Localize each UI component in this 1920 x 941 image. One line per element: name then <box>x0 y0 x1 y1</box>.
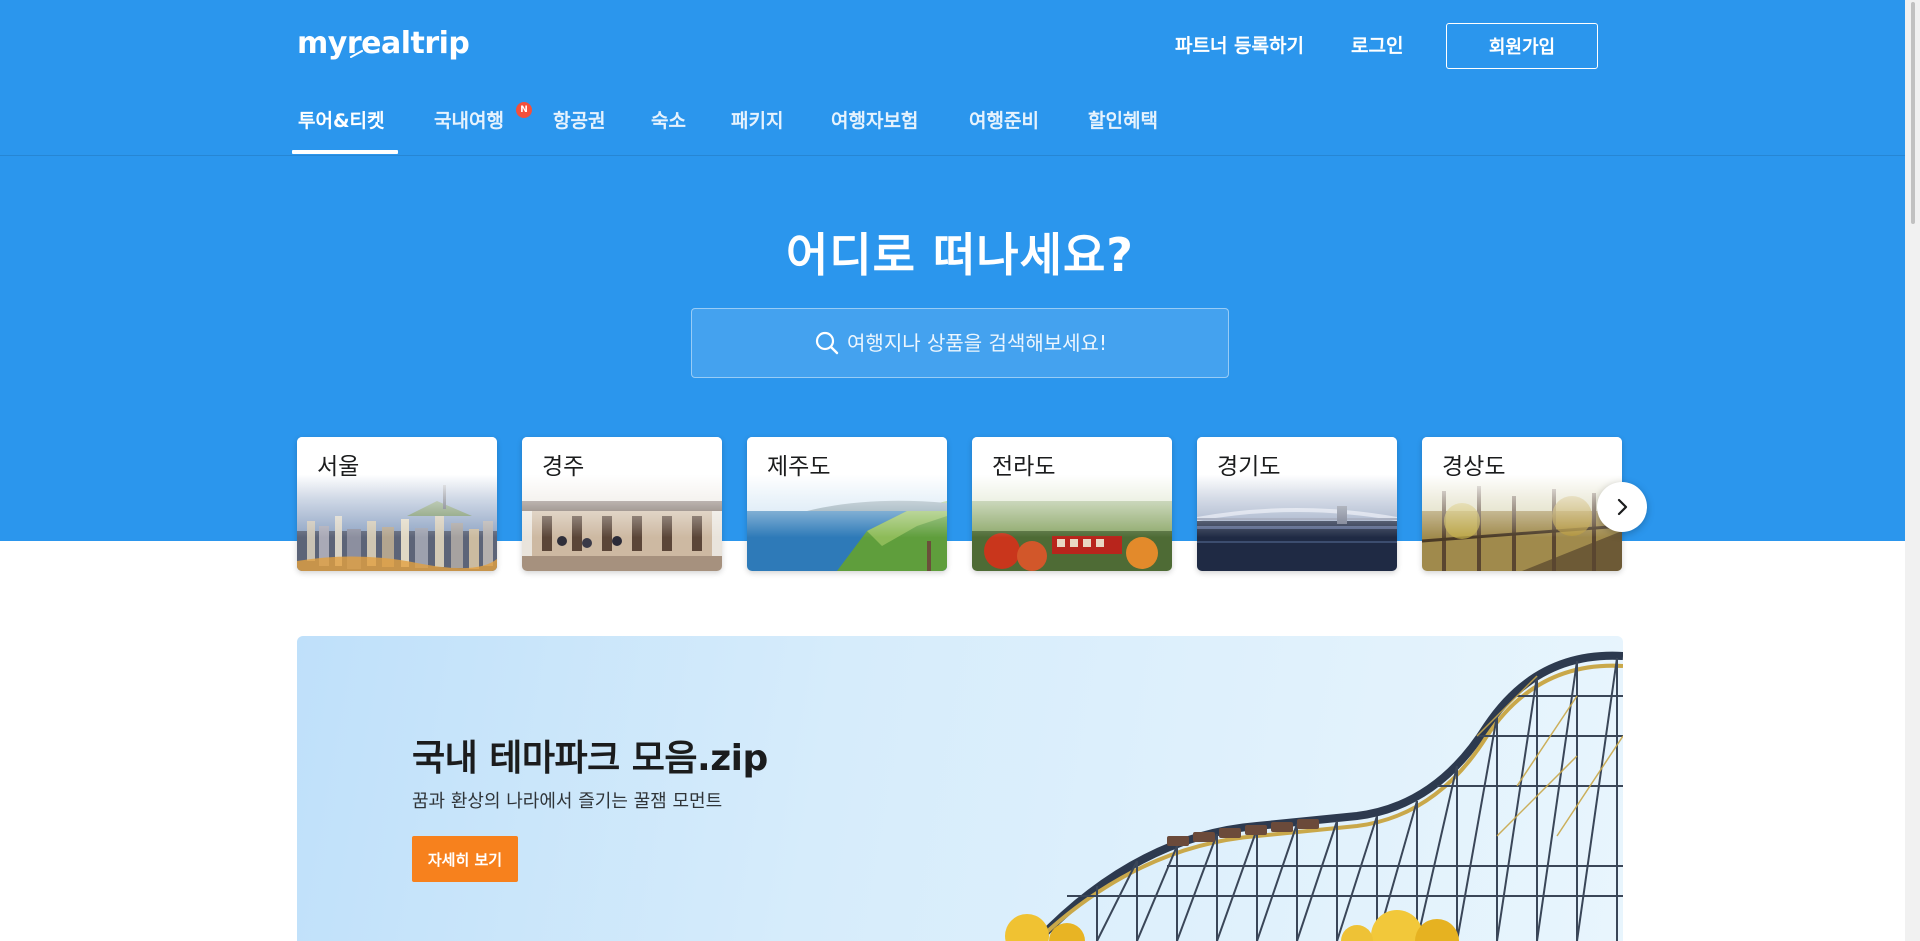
region-label: 전라도 <box>992 454 1056 480</box>
region-card-gyeongsang[interactable]: 경상도 <box>1422 437 1622 571</box>
header-divider <box>0 155 1920 156</box>
region-card-jeju[interactable]: 제주도 <box>747 437 947 571</box>
banner-title: 국내 테마파크 모음.zip <box>412 738 768 779</box>
banner-subtitle: 꿈과 환상의 나라에서 즐기는 꿀잼 모먼트 <box>412 791 723 812</box>
roller-coaster-image <box>1005 651 1623 941</box>
search-input[interactable]: 여행지나 상품을 검색해보세요! <box>691 308 1229 378</box>
active-tab-indicator <box>292 150 398 154</box>
signup-button[interactable]: 회원가입 <box>1446 23 1598 69</box>
login-link[interactable]: 로그인 <box>1351 33 1403 59</box>
page: myrealtrip 파트너 등록하기 로그인 회원가입 투어&티켓 국내여행 … <box>0 0 1920 941</box>
nav-tab-lodging[interactable]: 숙소 <box>651 108 686 134</box>
nav-tab-package[interactable]: 패키지 <box>731 108 783 134</box>
region-card-gyeongju[interactable]: 경주 <box>522 437 722 571</box>
search-icon <box>815 331 839 355</box>
banner-detail-button[interactable]: 자세히 보기 <box>412 836 518 882</box>
new-badge: N <box>516 102 532 118</box>
region-label: 경기도 <box>1217 454 1281 480</box>
nav-tab-flights[interactable]: 항공권 <box>553 108 605 134</box>
nav-tab-discounts[interactable]: 할인혜택 <box>1088 108 1158 134</box>
region-card-gyeonggi[interactable]: 경기도 <box>1197 437 1397 571</box>
nav-tab-travel-prep[interactable]: 여행준비 <box>969 108 1039 134</box>
chevron-right-icon <box>1617 498 1628 516</box>
hero-title: 어디로 떠나세요? <box>786 228 1134 282</box>
logo[interactable]: myrealtrip <box>297 26 470 62</box>
region-label: 제주도 <box>767 454 831 480</box>
partner-register-link[interactable]: 파트너 등록하기 <box>1175 33 1304 59</box>
region-label: 경상도 <box>1442 454 1506 480</box>
nav-tab-domestic[interactable]: 국내여행 <box>434 108 504 134</box>
carousel-next-button[interactable] <box>1597 482 1647 532</box>
region-card-seoul[interactable]: 서울 <box>297 437 497 571</box>
logo-swoosh-icon <box>350 50 363 58</box>
promo-banner[interactable]: 국내 테마파크 모음.zip 꿈과 환상의 나라에서 즐기는 꿀잼 모먼트 자세… <box>297 636 1623 941</box>
region-label: 경주 <box>542 454 585 480</box>
nav-tab-tour-ticket[interactable]: 투어&티켓 <box>298 108 385 134</box>
scrollbar-thumb[interactable] <box>1911 2 1915 224</box>
nav-tab-insurance[interactable]: 여행자보험 <box>831 108 918 134</box>
search-placeholder: 여행지나 상품을 검색해보세요! <box>847 331 1107 355</box>
region-card-jeolla[interactable]: 전라도 <box>972 437 1172 571</box>
region-label: 서울 <box>317 454 360 480</box>
